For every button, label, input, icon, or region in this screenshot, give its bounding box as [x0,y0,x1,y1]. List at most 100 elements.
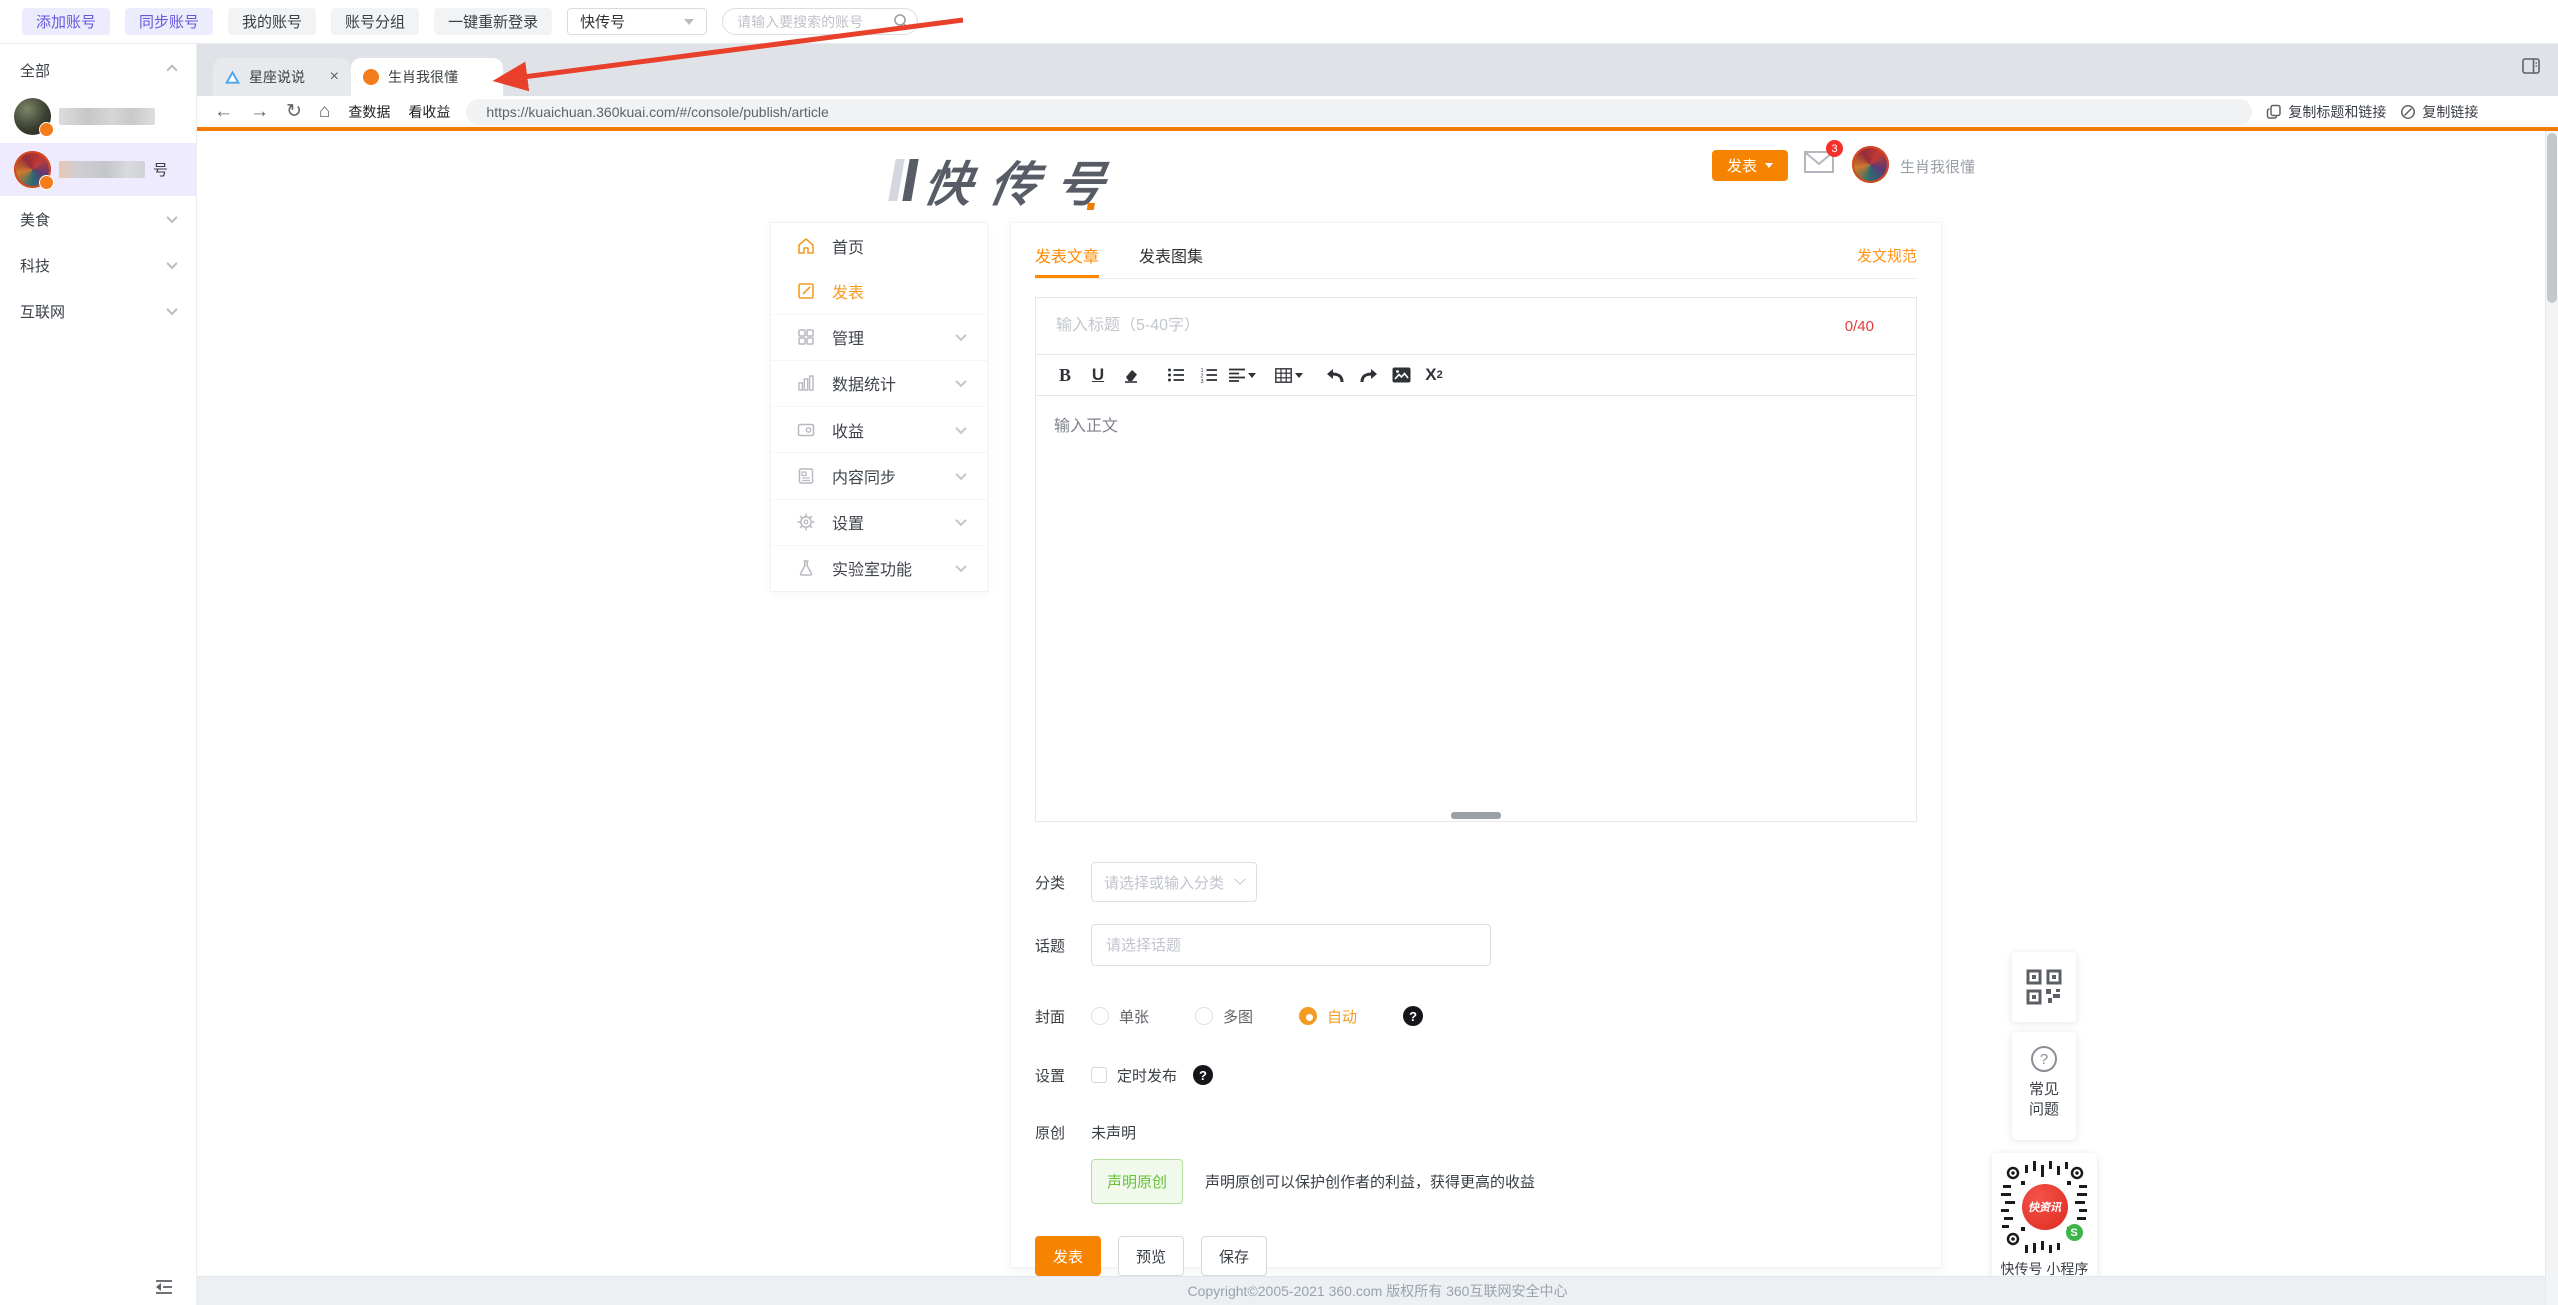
copy-title-link-button[interactable]: 复制标题和链接 [2266,102,2386,122]
cover-help-icon[interactable]: ? [1403,1006,1423,1026]
my-account-button[interactable]: 我的账号 [228,8,316,35]
menu-item-label: 数据统计 [832,371,896,395]
eraser-icon[interactable] [1118,362,1144,388]
topic-label: 话题 [1035,935,1091,956]
tab-title: 生肖我很懂 [388,67,491,87]
cover-option-multi[interactable]: 多图 [1195,1006,1253,1027]
home-icon[interactable]: ⌂ [319,102,330,121]
relogin-button[interactable]: 一键重新登录 [434,8,552,35]
menu-item-label: 收益 [832,418,864,442]
copy-link-button[interactable]: 复制链接 [2400,102,2478,122]
bullet-list-icon[interactable] [1163,362,1189,388]
tab-xingzuo[interactable]: 星座说说 × [213,58,351,96]
superscript-icon[interactable]: X2 [1421,362,1447,388]
question-circle-icon: ? [2031,1046,2057,1072]
cover-option-single[interactable]: 单张 [1091,1006,1149,1027]
chevron-down-icon [955,376,966,387]
forward-icon[interactable]: → [250,102,269,121]
schedule-help-icon[interactable]: ? [1193,1065,1213,1085]
back-icon[interactable]: ← [214,102,233,121]
tab-shengxiao-active[interactable]: 生肖我很懂 [351,58,503,96]
declare-original-button[interactable]: 声明原创 [1091,1159,1183,1204]
platform-select-value: 快传号 [580,11,625,32]
chevron-down-icon [166,212,177,223]
account-list-sidebar: 全部 号 美食 科技 互联网 [0,44,197,1305]
editor-hscrollbar[interactable] [1451,812,1501,819]
copyright-text: Copyright©2005-2021 360.com 版权所有 360互联网安… [1188,1281,1568,1301]
menu-item-content-sync[interactable]: 内容同步 [771,452,987,498]
sync-account-button[interactable]: 同步账号 [125,8,213,35]
account-filter-all[interactable]: 全部 [0,50,196,90]
side-panel-icon[interactable] [2520,56,2542,76]
bar-chart-icon [796,373,816,393]
edit-icon [796,281,816,301]
address-bar[interactable]: https://kuaichuan.360kuai.com/#/console/… [466,99,2252,125]
faq-button[interactable]: ? 常见 问题 [2012,1032,2076,1140]
chevron-down-icon [684,19,694,25]
table-icon[interactable] [1275,362,1303,388]
menu-item-lab-features[interactable]: 实验室功能 [771,545,987,591]
copy-link-label: 复制链接 [2422,102,2478,122]
undo-icon[interactable] [1322,362,1348,388]
align-icon[interactable] [1229,362,1256,388]
miniprogram-s-icon: S [2066,1224,2083,1241]
account-group-button[interactable]: 账号分组 [331,8,419,35]
menu-item-home[interactable]: 首页 [771,223,987,268]
sidebar-group-tech[interactable]: 科技 [0,242,196,288]
cover-option-auto-selected[interactable]: 自动 [1299,1006,1357,1027]
tab-publish-gallery[interactable]: 发表图集 [1139,243,1203,278]
qr-code-icon [2026,969,2062,1005]
redacted-account-name [59,108,155,125]
insert-image-icon[interactable] [1388,362,1414,388]
underline-icon[interactable]: U [1085,362,1111,388]
chevron-down-icon [955,561,966,572]
platform-select[interactable]: 快传号 [567,8,707,35]
title-input[interactable] [1036,317,1916,335]
menu-item-statistics[interactable]: 数据统计 [771,360,987,406]
qr-code-button[interactable] [2012,952,2076,1022]
schedule-checkbox[interactable] [1091,1067,1107,1083]
menu-item-settings[interactable]: 设置 [771,499,987,545]
sidebar-group-food[interactable]: 美食 [0,196,196,242]
sidebar-group-internet[interactable]: 互联网 [0,288,196,334]
earnings-link[interactable]: 看收益 [408,102,450,122]
title-char-counter: 0/40 [1845,318,1874,335]
category-select[interactable]: 请选择或输入分类 [1091,862,1257,902]
menu-item-publish[interactable]: 发表 [771,268,987,313]
body-placeholder: 输入正文 [1054,412,1118,436]
preview-button[interactable]: 预览 [1118,1236,1184,1276]
scrollbar-thumb[interactable] [2547,133,2557,303]
tab-publish-article[interactable]: 发表文章 [1035,243,1099,278]
redo-icon[interactable] [1355,362,1381,388]
document-icon [796,466,816,486]
account-item-selected[interactable]: 号 [0,143,196,196]
close-tab-icon[interactable]: × [330,69,339,85]
unread-count-badge: 3 [1826,140,1843,157]
publish-button[interactable]: 发表 [1035,1236,1101,1276]
publish-dropdown-label: 发表 [1727,155,1757,176]
page-scrollbar[interactable] [2545,131,2558,1305]
account-search-input[interactable] [722,8,918,35]
menu-item-manage[interactable]: 管理 [771,314,987,360]
user-avatar[interactable] [1852,146,1889,183]
faq-label: 常见 [2029,1080,2059,1100]
publishing-rules-link[interactable]: 发文规范 [1857,245,1917,266]
save-button[interactable]: 保存 [1201,1236,1267,1276]
publish-dropdown-button[interactable]: 发表 [1712,150,1788,181]
reload-icon[interactable]: ↻ [286,102,302,121]
article-body-editor[interactable]: 输入正文 [1035,396,1917,822]
add-account-button[interactable]: 添加账号 [22,8,110,35]
account-item[interactable] [0,90,196,143]
page-footer: Copyright©2005-2021 360.com 版权所有 360互联网安… [197,1276,2558,1305]
menu-item-label: 管理 [832,325,864,349]
numbered-list-icon[interactable]: 123 [1196,362,1222,388]
menu-item-label: 实验室功能 [832,556,912,580]
stats-link[interactable]: 查数据 [348,102,390,122]
menu-item-earnings[interactable]: 收益 [771,406,987,452]
bold-icon[interactable]: B [1052,362,1078,388]
messages-button[interactable]: 3 [1804,151,1834,178]
radio-icon [1091,1007,1109,1025]
chevron-down-icon [955,330,966,341]
topic-input[interactable] [1091,924,1491,966]
collapse-sidebar-icon[interactable] [154,1279,174,1295]
